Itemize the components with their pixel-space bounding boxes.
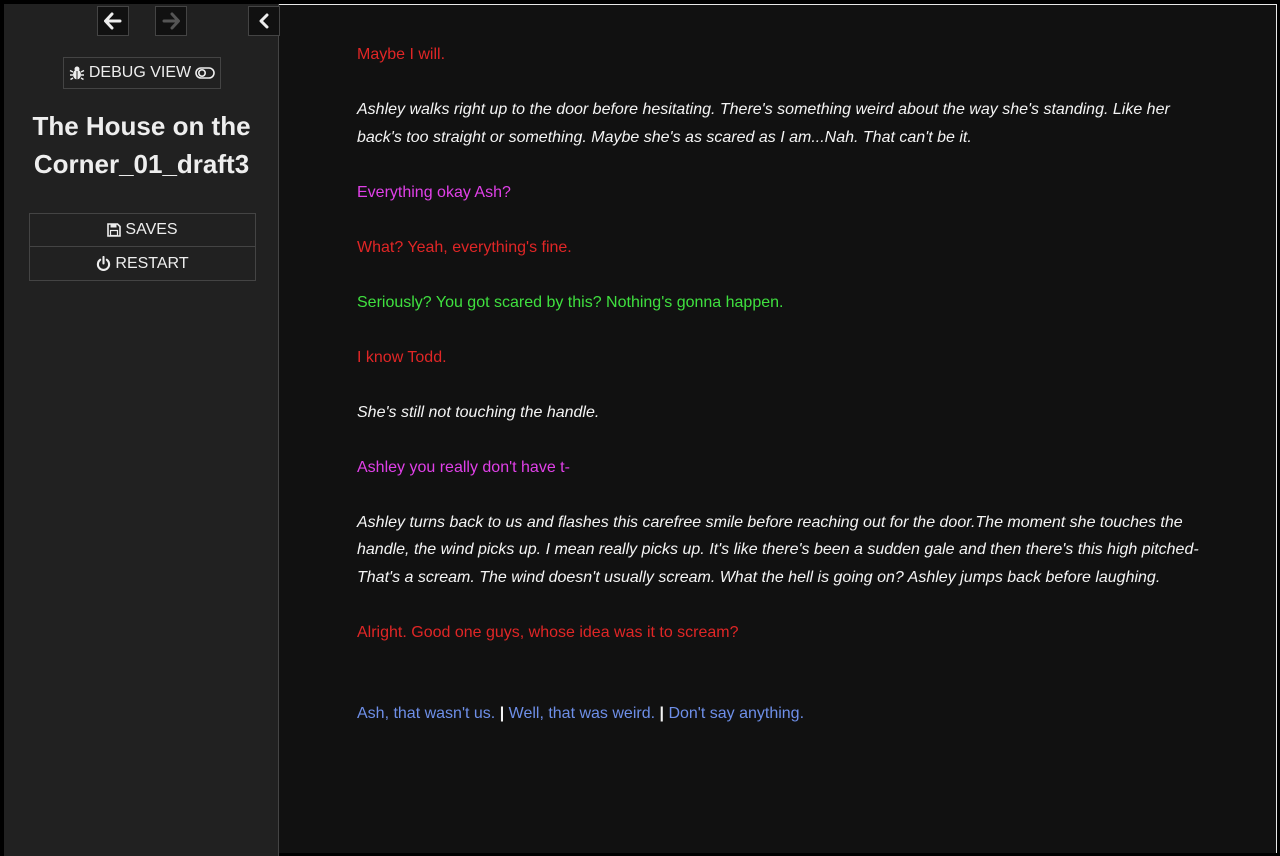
story-menu: SAVES RESTART	[29, 213, 256, 281]
passage: Maybe I will. Ashley walks right up to t…	[357, 41, 1207, 728]
power-icon	[97, 256, 111, 271]
choice-link[interactable]: Ash, that wasn't us.	[357, 705, 495, 722]
arrow-left-icon	[104, 12, 122, 30]
dialogue-line: I know Todd.	[357, 348, 447, 366]
narration-line: Ashley turns back to us and flashes this…	[357, 513, 1199, 586]
story-title: The House on the Corner_01_draft3	[32, 111, 251, 179]
dialogue-line: Everything okay Ash?	[357, 183, 511, 201]
debug-view-button[interactable]: DEBUG VIEW	[63, 57, 221, 89]
narration-line: Ashley walks right up to the door before…	[357, 101, 1170, 146]
history-forward-button[interactable]	[155, 6, 187, 36]
dialogue-line: What? Yeah, everything's fine.	[357, 238, 572, 256]
saves-label: SAVES	[125, 221, 178, 238]
narration-line: She's still not touching the handle.	[357, 403, 600, 421]
ui-bar-toggle-button[interactable]	[248, 6, 280, 36]
toggle-icon	[195, 67, 215, 79]
choice-list: Ash, that wasn't us. | Well, that was we…	[357, 700, 1207, 728]
dialogue-line: Alright. Good one guys, whose idea was i…	[357, 623, 739, 641]
bug-icon	[69, 66, 85, 81]
dialogue-line: Maybe I will.	[357, 46, 446, 63]
dialogue-line: Ashley you really don't have t-	[357, 458, 570, 476]
history-back-button[interactable]	[97, 6, 129, 36]
debug-view-label: DEBUG VIEW	[88, 64, 192, 81]
saves-button[interactable]: SAVES	[29, 213, 256, 247]
floppy-disk-icon	[107, 223, 122, 237]
ui-bar: DEBUG VIEW The House on the Corner_01_dr…	[4, 4, 280, 856]
restart-label: RESTART	[115, 254, 189, 272]
dialogue-line: Seriously? You got scared by this? Nothi…	[357, 293, 784, 311]
choice-link[interactable]: Don't say anything.	[668, 705, 804, 722]
arrow-right-icon	[162, 12, 180, 30]
choice-link[interactable]: Well, that was weird.	[509, 705, 655, 722]
choice-separator: |	[659, 705, 664, 722]
choice-separator: |	[499, 705, 505, 722]
chevron-left-icon	[259, 13, 269, 29]
restart-button[interactable]: RESTART	[29, 247, 256, 281]
